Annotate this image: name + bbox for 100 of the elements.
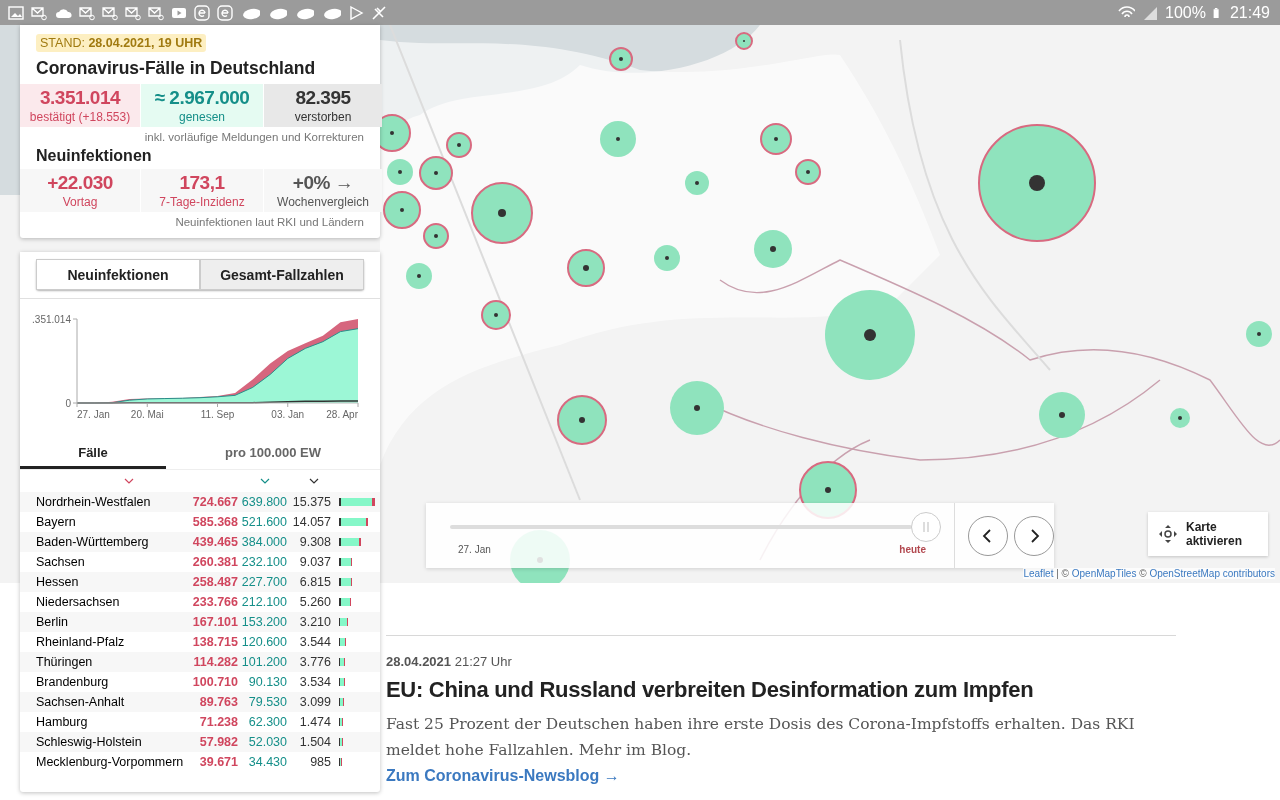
recovered-cell-text: 52.030 [247,735,287,749]
case-bar [339,698,344,706]
state-name: Hessen [35,575,80,589]
case-bar [339,678,344,686]
case-bar [339,738,342,746]
mail-icon [148,4,164,21]
article-date: 28.04.2021 21:27 Uhr [386,654,513,669]
case-bar [339,718,343,726]
attribution-link[interactable]: OpenStreetMap contributors [1149,568,1275,579]
x-axis-label: 03. Jan [271,409,305,420]
confirmed-cell-text: 724.667 [191,495,238,509]
end-label: heute [899,544,926,555]
stat-value: +0% → [291,172,355,194]
stat-value: 173,1 [178,172,226,194]
stat-label: genesen [177,110,226,124]
e-icon [217,4,233,21]
mail-icon [125,4,141,21]
recovered-cell-text: 101.200 [240,655,287,669]
recovered-cell-text: 639.800 [240,495,287,509]
start-label: 27. Jan [458,544,491,555]
state-name: Schleswig-Holstein [35,735,143,749]
pause-icon [923,521,929,533]
confirmed-cell-text: 167.101 [191,615,238,629]
case-bar [339,598,351,606]
deaths-cell-text: 5.260 [298,595,331,609]
table-tab[interactable]: Fälle [20,439,166,469]
confirmed-cell-text: 100.710 [191,675,238,689]
next-button[interactable] [1014,515,1054,556]
deaths-cell-text: 985 [309,755,331,769]
state-name: Thüringen [35,655,94,669]
confirmed-cell-text: 39.671 [198,755,238,769]
deaths-cell-text: 3.544 [298,635,331,649]
map-attribution: Leaflet | © OpenMapTiles © OpenStreetMap contributors [1023,568,1275,579]
mode-toggle[interactable]: Gesamt-Fallzahlen [200,259,364,290]
move-icon [1158,524,1178,544]
deaths-cell-text: 15.375 [291,495,331,509]
mode-toggle[interactable]: Neuinfektionen [36,259,200,290]
stat-label: 7-Tage-Inzidenz [158,195,246,209]
stat-note: Neuinfektionen laut RKI und Ländern [174,215,365,228]
state-name: Rheinland-Pfalz [35,635,126,649]
case-bar [339,578,352,586]
recovered-cell-text: 227.700 [240,575,287,589]
previous-button[interactable] [968,515,1008,556]
state-name: Nordrhein-Westfalen [35,495,152,509]
deaths-cell-text: 1.504 [298,735,331,749]
slider-thumb[interactable] [911,512,941,542]
state-name: Hamburg [35,715,89,729]
stat-label: Wochenvergleich [276,195,370,209]
deaths-cell-text: 9.308 [298,535,331,549]
mail-icon [31,4,47,21]
confirmed-cell-text: 439.465 [191,535,238,549]
stat-value: +22.030 [46,172,114,194]
article-title[interactable]: EU: China und Russland verbreiten Desinformation zum Impfen [386,677,1176,703]
recovered-cell-text: 120.600 [240,635,287,649]
x-axis-label: 20. Mai [130,409,164,420]
recovered-cell-text: 62.300 [247,715,287,729]
attribution-link[interactable]: Leaflet [1023,568,1054,579]
recovered-cell-text: 232.100 [240,555,287,569]
confirmed-cell-text: 71.238 [198,715,238,729]
case-bar [339,498,375,506]
confirmed-cell-text: 585.368 [191,515,238,529]
stat-label: bestätigt (+18.553) [28,110,132,124]
date-stamp: STAND: 28.04.2021, 19 UHR [36,34,207,52]
x-axis-label: 27. Jan [77,409,110,420]
x-axis-label: 28. Apr [326,409,358,420]
muted-icon [371,4,387,21]
timeline-slider[interactable] [450,512,942,542]
state-name: Berlin [35,615,69,629]
state-name: Sachsen-Anhalt [35,695,126,709]
case-bar [339,638,346,646]
case-bar [339,558,352,566]
mail-icon [79,4,95,21]
state-name: Mecklenburg-Vorpommern [35,755,184,769]
state-name: Sachsen [35,555,86,569]
stat-label: verstorben [293,110,353,124]
attribution-link[interactable]: OpenMapTiles [1071,568,1137,579]
deaths-cell-text: 3.776 [298,655,331,669]
summary-title: Coronavirus-Fälle in Deutschland [36,58,317,79]
confirmed-cell-text: 57.982 [198,735,238,749]
state-name: Niedersachsen [35,595,121,609]
confirmed-cell-text: 258.487 [191,575,238,589]
stat-value: ≈ 2.967.000 [153,87,251,109]
y-axis-label: 0 [65,398,71,409]
newsblog-link[interactable]: Zum Coronavirus-Newsblog → [386,767,620,785]
e-icon [194,4,210,21]
deaths-cell-text: 1.474 [298,715,331,729]
case-bar [339,518,369,526]
x-axis-label: 11. Sep [200,409,235,420]
recovered-cell-text: 79.530 [247,695,287,709]
recovered-cell-text: 384.000 [240,535,287,549]
recovered-cell-text: 90.130 [247,675,287,689]
activate-map-button[interactable]: Karte aktivieren [1148,512,1268,556]
deaths-cell-text: 3.210 [298,615,331,629]
image-icon [8,4,24,21]
confirmed-cell-text: 260.381 [191,555,238,569]
confirmed-cell-text: 114.282 [192,655,238,669]
state-name: Bayern [35,515,77,529]
case-bar [339,538,361,546]
recovered-cell-text: 153.200 [240,615,287,629]
y-axis-label: .351.014 [32,314,71,325]
